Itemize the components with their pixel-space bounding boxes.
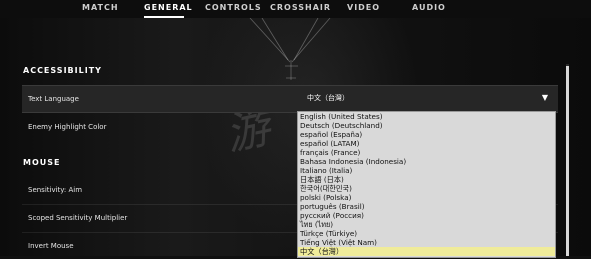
tab-audio[interactable]: AUDIO: [412, 3, 446, 12]
language-option[interactable]: русский (Россия): [298, 211, 555, 220]
language-option[interactable]: Türkçe (Türkiye): [298, 229, 555, 238]
language-option[interactable]: español (España): [298, 130, 555, 139]
language-option[interactable]: Deutsch (Deutschland): [298, 121, 555, 130]
top-navigation: MATCH GENERAL CONTROLS CROSSHAIR VIDEO A…: [0, 0, 591, 18]
text-language-value: 中文（台灣）: [307, 94, 349, 102]
language-option[interactable]: ไทย (ไทย): [298, 220, 555, 229]
language-option[interactable]: polski (Polska): [298, 193, 555, 202]
section-mouse-title: MOUSE: [23, 158, 61, 167]
language-option[interactable]: English (United States): [298, 112, 555, 121]
language-option[interactable]: 日本語 (日本): [298, 175, 555, 184]
text-language-label: Text Language: [28, 95, 79, 103]
language-option[interactable]: Italiano (Italia): [298, 166, 555, 175]
language-option[interactable]: français (France): [298, 148, 555, 157]
sensitivity-aim-label: Sensitivity: Aim: [28, 186, 83, 194]
chevron-down-icon[interactable]: ▼: [542, 93, 548, 102]
scoped-sensitivity-label: Scoped Sensitivity Multiplier: [28, 214, 128, 222]
language-option[interactable]: 中文（台灣）: [298, 247, 555, 256]
tab-match[interactable]: MATCH: [82, 3, 119, 12]
tab-general-underline: [144, 16, 184, 18]
language-dropdown-list[interactable]: English (United States) Deutsch (Deutschl…: [297, 111, 556, 258]
tab-controls[interactable]: CONTROLS: [205, 3, 262, 12]
scrollbar-thumb[interactable]: [566, 66, 569, 256]
section-accessibility-title: ACCESSIBILITY: [23, 66, 102, 75]
enemy-highlight-color-label: Enemy Highlight Color: [28, 123, 107, 131]
tab-video[interactable]: VIDEO: [347, 3, 380, 12]
tab-general[interactable]: GENERAL: [144, 3, 193, 12]
invert-mouse-label: Invert Mouse: [28, 242, 74, 250]
language-option[interactable]: português (Brasil): [298, 202, 555, 211]
language-option[interactable]: español (LATAM): [298, 139, 555, 148]
language-option[interactable]: 한국어(대한민국): [298, 184, 555, 193]
tab-crosshair[interactable]: CROSSHAIR: [270, 3, 331, 12]
language-option[interactable]: Tiếng Việt (Việt Nam): [298, 238, 555, 247]
language-option[interactable]: Bahasa Indonesia (Indonesia): [298, 157, 555, 166]
text-language-select[interactable]: 中文（台灣） ▼: [297, 87, 554, 109]
